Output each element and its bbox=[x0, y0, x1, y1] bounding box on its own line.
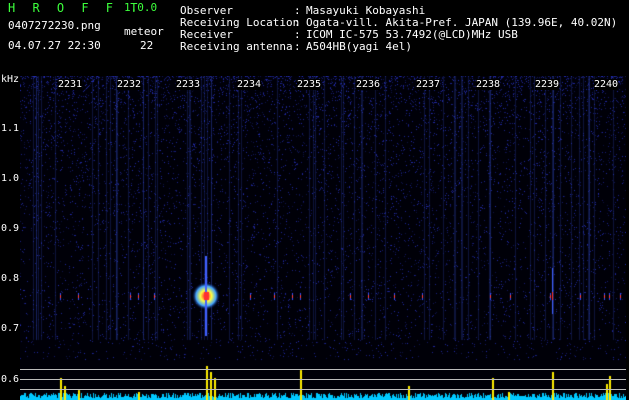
antenna-label: Receiving antenna bbox=[180, 40, 293, 53]
x-tick-label: 2232 bbox=[117, 79, 142, 90]
threshold-line bbox=[20, 389, 626, 390]
x-tick-label: 2238 bbox=[476, 79, 501, 90]
y-tick-label: 0.8 bbox=[1, 273, 20, 284]
meteor-count-value: 22 bbox=[140, 39, 154, 52]
threshold-line bbox=[20, 379, 626, 380]
app-title: H R O F F T bbox=[8, 1, 143, 15]
colon-sep: : bbox=[294, 40, 301, 53]
meteor-count-label: meteor bbox=[124, 25, 164, 38]
antenna-value: A504HB(yagi 4el) bbox=[306, 40, 412, 53]
x-tick-label: 2240 bbox=[594, 79, 619, 90]
threshold-line bbox=[20, 369, 626, 370]
x-tick-label: 2239 bbox=[535, 79, 560, 90]
y-tick-label: 1.1 bbox=[1, 123, 20, 134]
y-axis-unit: kHz bbox=[1, 74, 20, 85]
y-tick-label: 0.7 bbox=[1, 323, 20, 334]
x-tick-label: 2237 bbox=[416, 79, 441, 90]
x-tick-label: 2234 bbox=[237, 79, 262, 90]
app-version: 1.0.0 bbox=[124, 1, 158, 14]
spectrogram-canvas bbox=[20, 76, 626, 400]
x-tick-label: 2235 bbox=[297, 79, 322, 90]
image-filename: 0407272230.png bbox=[8, 19, 101, 32]
x-tick-label: 2231 bbox=[58, 79, 83, 90]
observation-datetime: 04.07.27 22:30 bbox=[8, 39, 101, 52]
y-tick-label: 0.9 bbox=[1, 223, 20, 234]
x-tick-label: 2236 bbox=[356, 79, 381, 90]
x-tick-label: 2233 bbox=[176, 79, 201, 90]
y-tick-label: 1.0 bbox=[1, 173, 20, 184]
y-tick-label: 0.6 bbox=[1, 374, 20, 385]
